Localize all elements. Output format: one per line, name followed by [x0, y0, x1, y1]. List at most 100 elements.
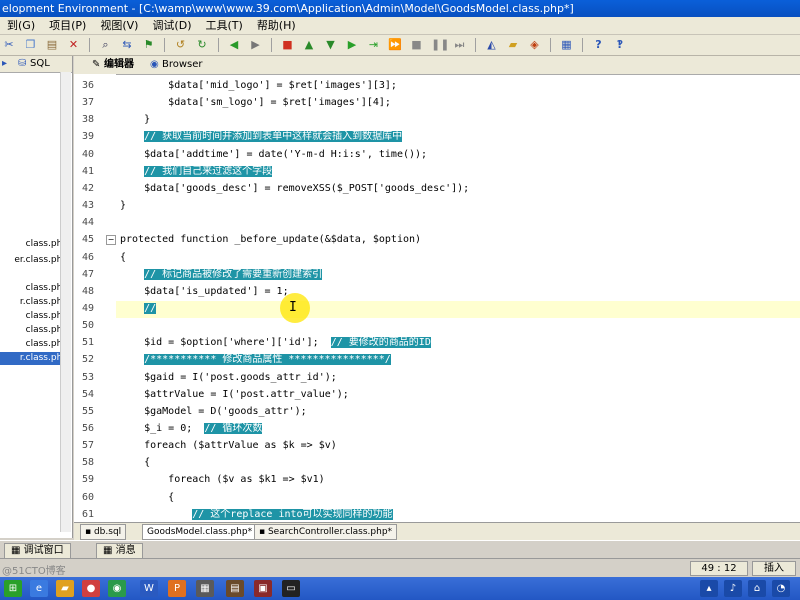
nav-back-icon[interactable]: ◀: [227, 38, 241, 52]
run-icon[interactable]: ▶: [345, 38, 359, 52]
line-number-gutter: 36 37 38 39 40 41 42 43 44 45 46 47 48 49 50 51 52 53 54 55…: [74, 74, 107, 522]
terminal-icon[interactable]: ▭: [282, 580, 300, 597]
tab-debug-window[interactable]: ▦ 调试窗口: [4, 543, 71, 559]
code-text: }: [144, 114, 151, 126]
line-number: 44: [81, 217, 94, 229]
menu-tools[interactable]: 工具(T): [199, 17, 250, 34]
taskbar-app-icon[interactable]: ▣: [254, 580, 272, 597]
tray-icon[interactable]: ♪: [724, 580, 742, 597]
code-line: }: [120, 111, 150, 128]
replace-icon[interactable]: ⇆: [120, 38, 134, 52]
line-number: 59: [81, 474, 94, 486]
text-cursor-icon: I: [289, 300, 297, 315]
help-icon[interactable]: ?: [592, 38, 606, 52]
step-down-icon[interactable]: ▼: [324, 38, 338, 52]
line-number: 43: [81, 200, 94, 212]
undo-icon[interactable]: ↺: [174, 38, 188, 52]
taskbar-app-icon[interactable]: P: [168, 580, 186, 597]
taskbar-app-icon[interactable]: ●: [82, 580, 100, 597]
line-number: 45: [81, 234, 94, 246]
menu-view[interactable]: 视图(V): [93, 17, 145, 34]
code-text: $gaModel = D('goods_attr');: [144, 405, 307, 417]
code-comment: // 这个replace into可以实现同样的功能: [192, 508, 393, 520]
tab-messages[interactable]: ▦ 消息: [96, 543, 143, 559]
taskbar-app-icon[interactable]: ▰: [56, 580, 74, 597]
ruler-icon[interactable]: ◭: [485, 38, 499, 52]
code-line: {: [120, 489, 174, 506]
toolbar-separator: [582, 38, 583, 52]
delete-icon[interactable]: ✕: [67, 38, 81, 52]
stop-icon[interactable]: ■: [281, 38, 295, 52]
code-comment: //: [144, 302, 157, 314]
fold-toggle-icon[interactable]: −: [106, 235, 116, 245]
tab-editor[interactable]: 编辑器: [100, 57, 138, 73]
code-text: $gaid = I('post.goods_attr_id');: [144, 371, 337, 383]
taskbar-app-icon[interactable]: ▦: [196, 580, 214, 597]
step-up-icon[interactable]: ▲: [302, 38, 316, 52]
nav-forward-icon[interactable]: ▶: [249, 38, 263, 52]
code-line: $data['mid_logo'] = $ret['images'][3];: [120, 77, 397, 94]
refresh-icon[interactable]: ▸: [2, 56, 12, 72]
find-icon[interactable]: ⌕: [99, 38, 113, 52]
toolbar-separator: [217, 38, 219, 52]
code-text: {: [168, 491, 175, 503]
menu-debug[interactable]: 调试(D): [145, 17, 198, 34]
pause-icon[interactable]: ❚❚: [431, 38, 449, 52]
code-comment: // 我们自己来过滤这个字段: [144, 165, 273, 177]
line-number: 52: [81, 354, 94, 366]
paste-icon[interactable]: ▤: [45, 38, 59, 52]
menu-project[interactable]: 项目(P): [42, 17, 93, 34]
back-icon[interactable]: ✂: [2, 38, 16, 52]
tray-icon[interactable]: ⌂: [748, 580, 766, 597]
code-text: {: [120, 251, 127, 263]
current-line-highlight: [116, 301, 800, 318]
word-icon[interactable]: W: [140, 580, 158, 597]
toolbar-separator: [164, 38, 165, 52]
line-number: 49: [81, 302, 94, 314]
tab-goodsmodel[interactable]: GoodsModel.class.php*: [142, 524, 258, 540]
line-number: 55: [81, 405, 94, 417]
tab-label: GoodsModel.class.php*: [147, 527, 253, 537]
sql-tab[interactable]: SQL: [30, 56, 50, 72]
skip-icon[interactable]: ⏭: [453, 38, 467, 52]
taskbar-app-icon[interactable]: ▤: [226, 580, 244, 597]
step-icon[interactable]: ⇥: [367, 38, 381, 52]
watermark: @51CTO博客: [2, 566, 66, 577]
code-text: foreach ($attrValue as $k => $v): [144, 440, 337, 452]
tab-db-sql[interactable]: ▪ db.sql: [80, 524, 127, 540]
code-comment: // 要修改的商品的ID: [330, 337, 431, 349]
tab-searchcontroller[interactable]: ▪ SearchController.class.php*: [254, 524, 398, 540]
window-icon[interactable]: ▦: [560, 38, 574, 52]
debug-run-icon[interactable]: ⏩: [388, 38, 402, 52]
code-line: /*********** 修改商品属性 ****************/: [120, 351, 391, 368]
tray-icon[interactable]: ◔: [772, 580, 790, 597]
code-text: {: [144, 457, 151, 469]
project-scrollbar[interactable]: [60, 72, 71, 532]
folder-icon[interactable]: ▰: [506, 38, 520, 52]
menu-goto[interactable]: 到(G): [0, 17, 42, 34]
copy-icon[interactable]: ❐: [24, 38, 38, 52]
taskbar-app-icon[interactable]: ◉: [108, 580, 126, 597]
halt-icon[interactable]: ■: [410, 38, 424, 52]
tray-icon[interactable]: ▴: [700, 580, 718, 597]
line-number: 37: [81, 97, 94, 109]
output-panel-tabs: ▦ 调试窗口 ▦ 消息: [0, 540, 800, 559]
code-text: $data['is_updated'] = 1;: [144, 285, 289, 297]
redo-icon[interactable]: ↻: [195, 38, 209, 52]
bookmark-icon[interactable]: ⚑: [142, 38, 156, 52]
code-text: $attrValue = I('post.attr_value');: [144, 388, 349, 400]
taskbar-app-icon[interactable]: e: [30, 580, 48, 597]
code-text: }: [120, 200, 127, 212]
menu-help[interactable]: 帮助(H): [250, 17, 303, 34]
line-number: 54: [81, 388, 94, 400]
code-comment: // 标记商品被修改了需要重新创建索引: [144, 268, 323, 280]
code-editor[interactable]: ✎ 编辑器 ◉ Browser 36 37 38 39 40 41 42 43 44 45 46 47…: [74, 56, 800, 522]
start-icon[interactable]: ⊞: [4, 580, 22, 597]
package-icon[interactable]: ◈: [528, 38, 542, 52]
context-help-icon[interactable]: ‽: [613, 38, 627, 52]
tab-browser[interactable]: Browser: [158, 57, 207, 73]
fold-column: −: [106, 74, 116, 522]
